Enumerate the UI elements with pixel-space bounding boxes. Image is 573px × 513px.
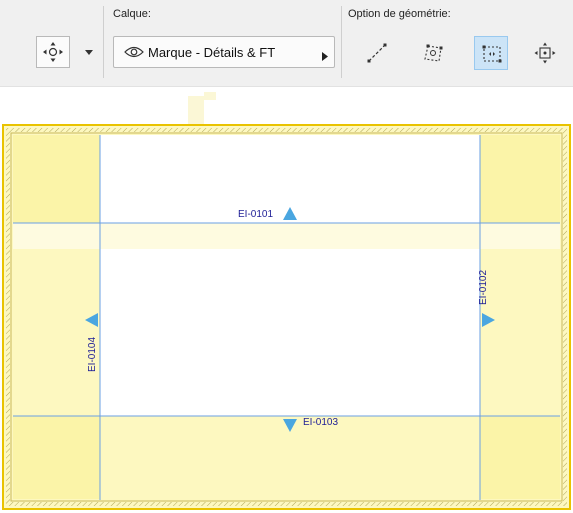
elevation-tag-left[interactable]: EI-0104 [87,337,98,372]
elevation-tag-right[interactable]: EI-0102 [478,270,489,305]
elevation-tag-top[interactable]: EI-0101 [238,209,273,220]
corner-zone [13,135,100,223]
corner-zone [13,416,100,499]
drawing-canvas[interactable] [0,0,573,513]
corner-zone [480,135,560,223]
light-band [13,223,560,249]
elevation-tag-bottom[interactable]: EI-0103 [303,417,338,428]
corner-zone [480,416,560,499]
ghost-guide [204,92,216,100]
interior-region [100,249,480,416]
